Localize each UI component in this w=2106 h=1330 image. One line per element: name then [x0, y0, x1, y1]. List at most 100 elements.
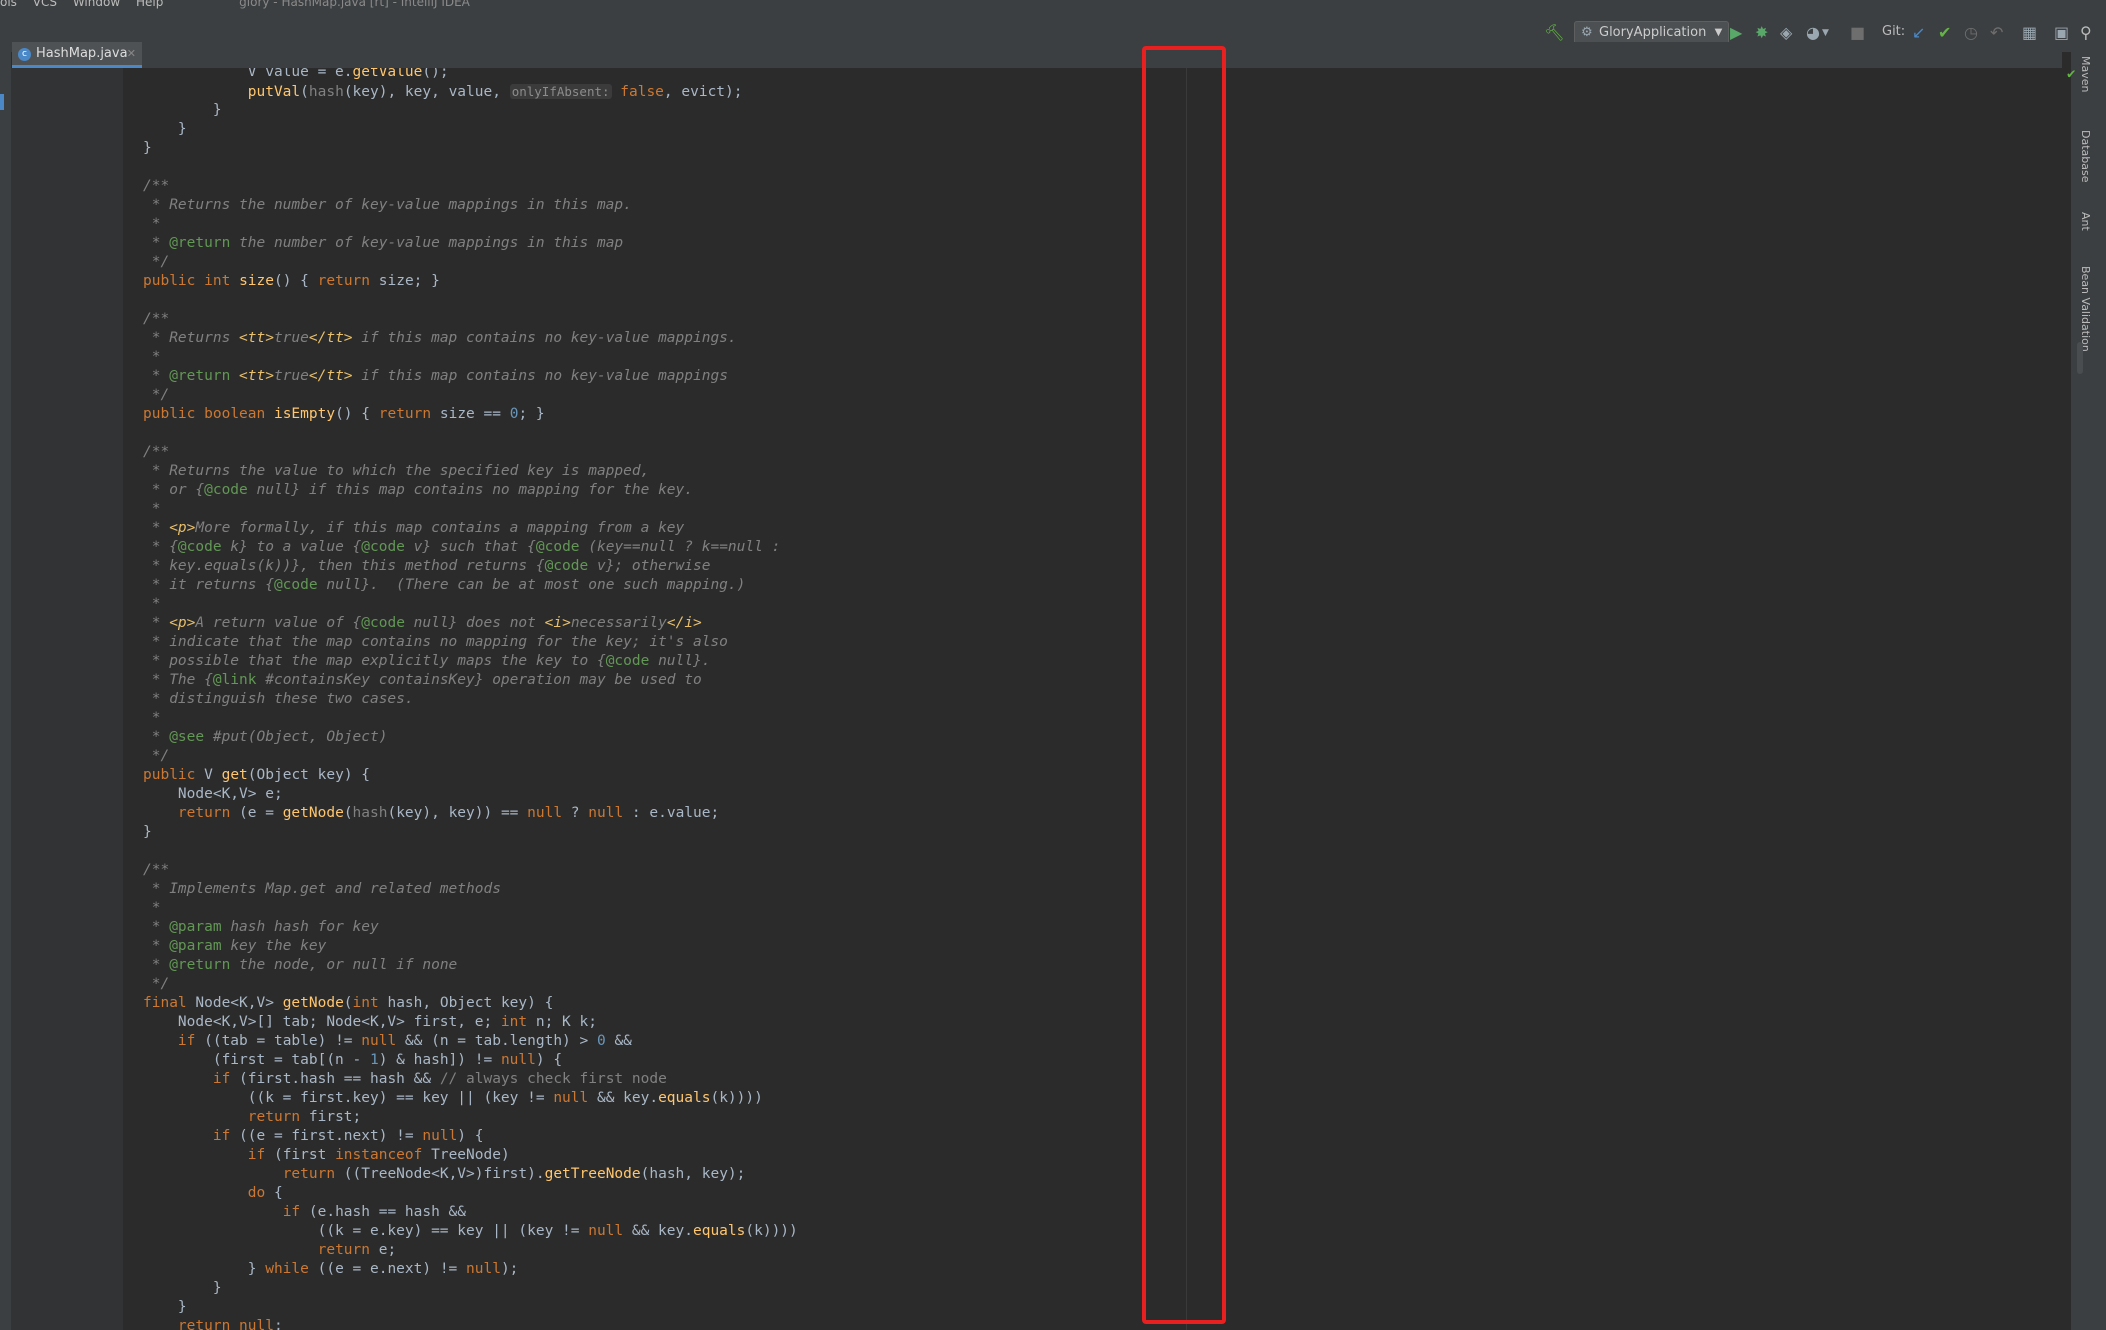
- code-line[interactable]: 566final Node<K,V> getNode(int hash, Obj…: [123, 994, 2063, 1013]
- run-icon[interactable]: ▶: [1730, 23, 1742, 43]
- code-line[interactable]: 532 */: [123, 386, 2063, 405]
- search-icon[interactable]: ⚲: [2080, 23, 2092, 43]
- code-line[interactable]: 579 return e;: [123, 1241, 2063, 1260]
- code-line[interactable]: 561 *: [123, 899, 2063, 918]
- menu-item-help[interactable]: Help: [136, 0, 163, 9]
- code-line[interactable]: 543 * key.equals(k))}, then this method …: [123, 557, 2063, 576]
- code-text: */: [143, 976, 170, 992]
- code-text: /**: [143, 311, 170, 327]
- stop-icon[interactable]: ■: [1850, 23, 1865, 43]
- code-text: *: [143, 596, 161, 612]
- code-line[interactable]: 569 (first = tab[(n - 1) & hash]) != nul…: [123, 1051, 2063, 1070]
- tab-hashmap-java[interactable]: c HashMap.java ✕: [12, 42, 142, 68]
- code-line[interactable]: 571 ((k = first.key) == key || (key != n…: [123, 1089, 2063, 1108]
- code-line[interactable]: 583 return null;: [123, 1317, 2063, 1330]
- code-line[interactable]: 527: [123, 291, 2063, 310]
- menu-item-tools[interactable]: ols: [0, 0, 17, 9]
- code-line[interactable]: 524◉◎public int size() { return size; }: [123, 272, 2063, 291]
- tool-window-database[interactable]: Database: [2079, 130, 2092, 183]
- code-line[interactable]: 568 if ((tab = table) != null && (n = ta…: [123, 1032, 2063, 1051]
- git-commit-icon[interactable]: ✔: [1938, 23, 1951, 43]
- code-line[interactable]: 556 return (e = getNode(hash(key), key))…: [123, 804, 2063, 823]
- code-line[interactable]: 564 * @return the node, or null if none: [123, 956, 2063, 975]
- code-line[interactable]: 519≡/**: [123, 177, 2063, 196]
- menu-item-vcs[interactable]: VCS: [33, 0, 57, 9]
- code-line[interactable]: 553 */: [123, 747, 2063, 766]
- code-line[interactable]: 537≡/**: [123, 443, 2063, 462]
- close-icon[interactable]: ✕: [127, 42, 136, 66]
- code-line[interactable]: 555 Node<K,V> e;: [123, 785, 2063, 804]
- code-line[interactable]: 570 if (first.hash == hash && // always …: [123, 1070, 2063, 1089]
- code-line[interactable]: 562 * @param hash hash for key: [123, 918, 2063, 937]
- code-line[interactable]: 518: [123, 158, 2063, 177]
- git-history-icon[interactable]: ◷: [1964, 23, 1978, 43]
- code-text: */: [143, 254, 170, 270]
- code-line[interactable]: 549 * The {@link #containsKey containsKe…: [123, 671, 2063, 690]
- code-line[interactable]: 548 * possible that the map explicitly m…: [123, 652, 2063, 671]
- code-line[interactable]: 557}: [123, 823, 2063, 842]
- code-line[interactable]: 581 }: [123, 1279, 2063, 1298]
- code-line[interactable]: 580 } while ((e = e.next) != null);: [123, 1260, 2063, 1279]
- code-line[interactable]: 546 * <p>A return value of {@code null} …: [123, 614, 2063, 633]
- code-line[interactable]: 574 if (first instanceof TreeNode): [123, 1146, 2063, 1165]
- project-structure-icon[interactable]: ▦: [2022, 23, 2037, 43]
- git-revert-icon[interactable]: ↶: [1990, 23, 2003, 43]
- code-line[interactable]: 536: [123, 424, 2063, 443]
- code-text: * @param key the key: [143, 938, 327, 954]
- code-line[interactable]: 542 * {@code k} to a value {@code v} suc…: [123, 538, 2063, 557]
- code-line[interactable]: 523 */: [123, 253, 2063, 272]
- code-line[interactable]: 529 * Returns <tt>true</tt> if this map …: [123, 329, 2063, 348]
- code-line[interactable]: 563 * @param key the key: [123, 937, 2063, 956]
- code-line[interactable]: 576 do {: [123, 1184, 2063, 1203]
- code-line[interactable]: 528≡/**: [123, 310, 2063, 329]
- code-line[interactable]: 522 * @return the number of key-value ma…: [123, 234, 2063, 253]
- code-line[interactable]: 517}: [123, 139, 2063, 158]
- code-line[interactable]: 554◉◎public V get(Object key) {: [123, 766, 2063, 785]
- code-line[interactable]: 559≡/**: [123, 861, 2063, 880]
- code-line[interactable]: 575 return ((TreeNode<K,V>)first).getTre…: [123, 1165, 2063, 1184]
- code-editor[interactable]: 513 V value = e.getValue();514 putVal(ha…: [123, 68, 2071, 1330]
- build-hammer-icon[interactable]: 🔨︎: [1544, 23, 1564, 43]
- editor-scrollbar[interactable]: [2077, 342, 2083, 374]
- code-line[interactable]: 520 * Returns the number of key-value ma…: [123, 196, 2063, 215]
- code-line[interactable]: 551 *: [123, 709, 2063, 728]
- code-line[interactable]: 533◉◎public boolean isEmpty() { return s…: [123, 405, 2063, 424]
- debug-icon[interactable]: ✸: [1755, 23, 1768, 43]
- code-line[interactable]: 514 putVal(hash(key), key, value, onlyIf…: [123, 82, 2063, 101]
- code-line[interactable]: 560 * Implements Map.get and related met…: [123, 880, 2063, 899]
- code-line[interactable]: 573 if ((e = first.next) != null) {: [123, 1127, 2063, 1146]
- tool-window-bean-validation[interactable]: Bean Validation: [2079, 266, 2092, 352]
- code-line[interactable]: 547 * indicate that the map contains no …: [123, 633, 2063, 652]
- code-line[interactable]: 582 }: [123, 1298, 2063, 1317]
- code-line[interactable]: 513 V value = e.getValue();: [123, 68, 2063, 82]
- code-line[interactable]: 515 }: [123, 101, 2063, 120]
- code-line[interactable]: 521 *: [123, 215, 2063, 234]
- code-line[interactable]: 572 return first;: [123, 1108, 2063, 1127]
- code-line[interactable]: 539 * or {@code null} if this map contai…: [123, 481, 2063, 500]
- git-update-icon[interactable]: ↙: [1912, 23, 1925, 43]
- code-line[interactable]: 531 * @return <tt>true</tt> if this map …: [123, 367, 2063, 386]
- code-line[interactable]: 558: [123, 842, 2063, 861]
- code-line[interactable]: 516 }: [123, 120, 2063, 139]
- code-line[interactable]: 578 ((k = e.key) == key || (key != null …: [123, 1222, 2063, 1241]
- code-line[interactable]: 552 * @see #put(Object, Object): [123, 728, 2063, 747]
- tool-window-maven[interactable]: Maven: [2079, 56, 2092, 92]
- code-line[interactable]: 530 *: [123, 348, 2063, 367]
- chevron-down-icon[interactable]: ▼: [1822, 23, 1829, 43]
- code-line[interactable]: 565 */: [123, 975, 2063, 994]
- code-line[interactable]: 577 if (e.hash == hash &&: [123, 1203, 2063, 1222]
- code-text: * it returns {@code null}. (There can be…: [143, 577, 746, 593]
- code-line[interactable]: 541 * <p>More formally, if this map cont…: [123, 519, 2063, 538]
- code-line[interactable]: 544 * it returns {@code null}. (There ca…: [123, 576, 2063, 595]
- coverage-icon[interactable]: ◈: [1780, 23, 1792, 43]
- menu-item-window[interactable]: Window: [73, 0, 120, 9]
- tool-window-ant[interactable]: Ant: [2079, 212, 2092, 231]
- code-line[interactable]: 540 *: [123, 500, 2063, 519]
- code-line[interactable]: 550 * distinguish these two cases.: [123, 690, 2063, 709]
- code-line[interactable]: 545 *: [123, 595, 2063, 614]
- profile-icon[interactable]: ◕: [1806, 23, 1820, 43]
- code-line[interactable]: 538 * Returns the value to which the spe…: [123, 462, 2063, 481]
- active-tool-indicator: [0, 94, 4, 110]
- layout-icon[interactable]: ▣: [2054, 23, 2069, 43]
- code-line[interactable]: 567 Node<K,V>[] tab; Node<K,V> first, e;…: [123, 1013, 2063, 1032]
